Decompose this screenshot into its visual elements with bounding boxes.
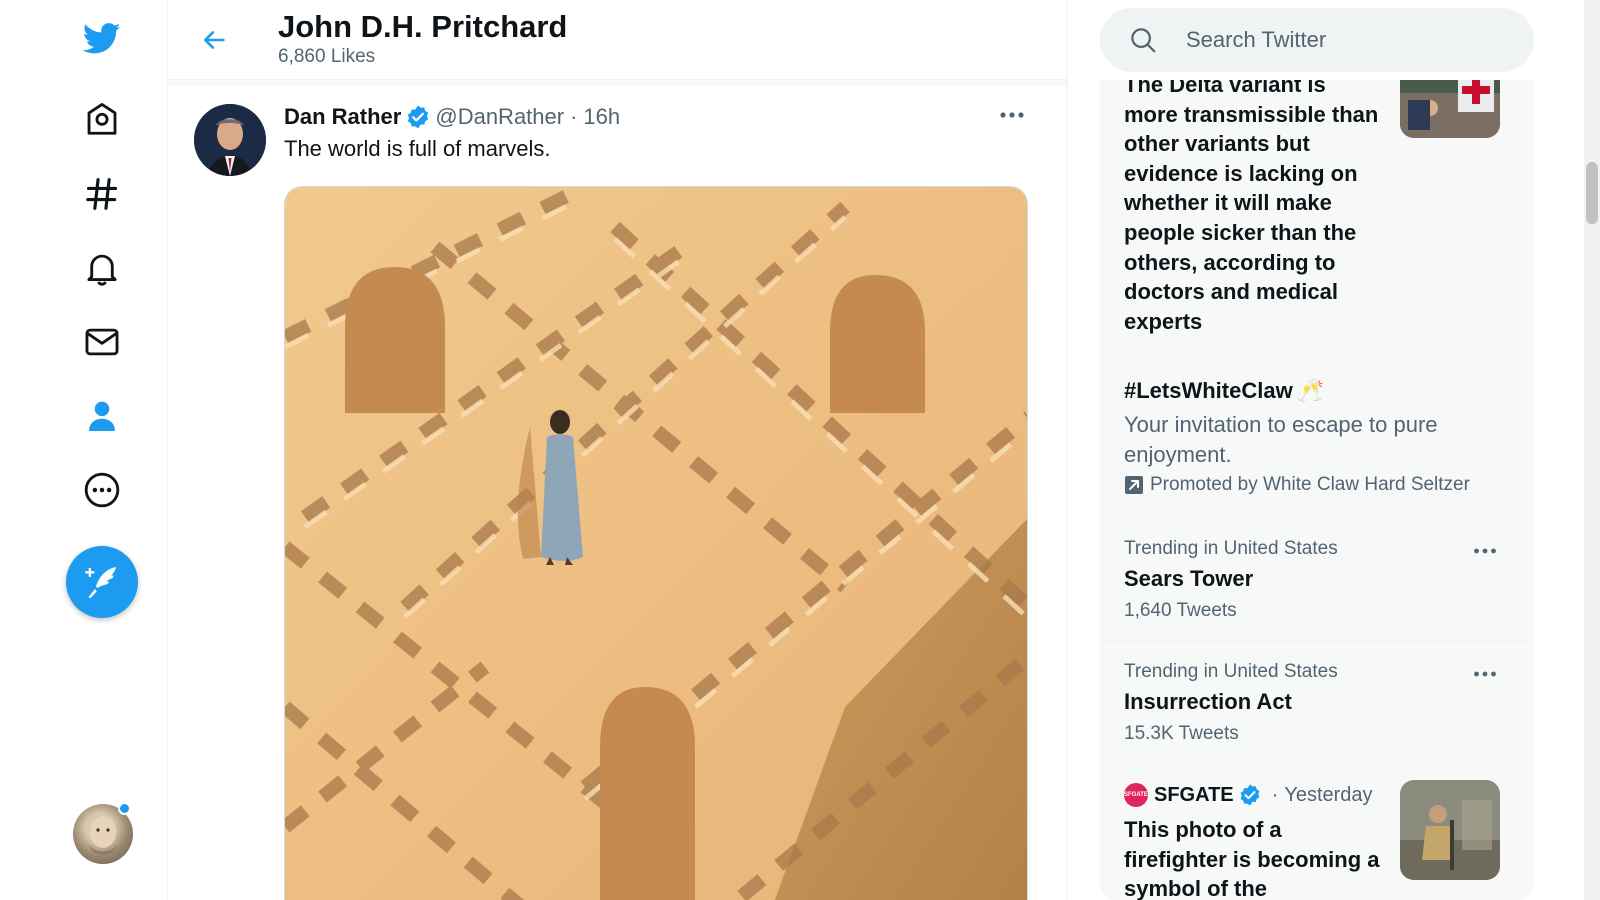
author-avatar[interactable] xyxy=(194,104,266,176)
author-handle[interactable]: @DanRather xyxy=(435,104,564,130)
tweet-header: Dan Rather @DanRather · 16h xyxy=(284,104,620,130)
more-dots-icon xyxy=(1000,112,1024,118)
news-headline: The Delta variant is more transmissible … xyxy=(1124,80,1379,334)
mail-icon[interactable] xyxy=(70,310,134,374)
twitter-logo-icon[interactable] xyxy=(70,6,134,70)
promoted-trend[interactable]: #LetsWhiteClaw 🥂 Your invitation to esca… xyxy=(1100,356,1534,518)
tweet-text: The world is full of marvels. xyxy=(284,136,551,161)
search-icon xyxy=(1131,28,1156,53)
tweet-timestamp[interactable]: 16h xyxy=(583,104,620,130)
separator-dot: · xyxy=(570,104,578,129)
trend-context: Trending in United States xyxy=(1124,661,1338,682)
toast-emoji: 🥂 xyxy=(1296,378,1325,403)
news-thumbnail xyxy=(1400,80,1500,138)
trend-name: Insurrection Act xyxy=(1124,689,1292,714)
promoted-hashtag: #LetsWhiteClaw xyxy=(1124,378,1293,403)
news-headline: This photo of a firefighter is becoming … xyxy=(1124,817,1380,900)
page-header: John D.H. Pritchard 6,860 Likes xyxy=(168,0,1067,80)
more-dots-icon xyxy=(1474,548,1496,554)
page-title: John D.H. Pritchard xyxy=(278,9,568,44)
trends-panel: The Delta variant is more transmissible … xyxy=(1100,80,1534,900)
news-time: Yesterday xyxy=(1284,783,1373,806)
scrollbar-thumb[interactable] xyxy=(1586,162,1598,224)
promoted-by[interactable]: Promoted by White Claw Hard Seltzer xyxy=(1124,474,1470,496)
back-button[interactable] xyxy=(192,18,236,62)
more-circle-icon[interactable] xyxy=(70,458,134,522)
search-box[interactable] xyxy=(1100,8,1534,72)
back-arrow-icon xyxy=(203,31,225,49)
compose-tweet-button[interactable] xyxy=(66,546,138,618)
separator-dot: · xyxy=(1271,783,1279,806)
trend-more-button[interactable] xyxy=(1468,659,1502,689)
trend-count: 1,640 Tweets xyxy=(1124,600,1237,621)
page-scrollbar[interactable] xyxy=(1584,0,1600,900)
profile-icon[interactable] xyxy=(70,384,134,448)
trend-more-button[interactable] xyxy=(1468,536,1502,566)
stepwell-image xyxy=(285,187,1027,900)
promoted-title: #LetsWhiteClaw 🥂 xyxy=(1124,378,1324,404)
bell-icon[interactable] xyxy=(70,236,134,300)
news-item-delta[interactable]: The Delta variant is more transmissible … xyxy=(1100,80,1534,356)
promoted-arrow-icon xyxy=(1125,476,1143,494)
tweet-video[interactable] xyxy=(284,186,1028,900)
search-input[interactable] xyxy=(1186,27,1506,53)
trend-name: Sears Tower xyxy=(1124,566,1254,591)
news-item-sfgate[interactable]: SFGATE SFGATE · Yesterday This photo of … xyxy=(1100,765,1534,900)
compose-feather-icon xyxy=(85,567,117,599)
news-source-row: SFGATE SFGATE · Yesterday xyxy=(1124,783,1373,807)
trend-item[interactable]: Trending in United States Sears Tower 1,… xyxy=(1100,518,1534,641)
author-name[interactable]: Dan Rather xyxy=(284,104,401,130)
verified-badge-icon xyxy=(408,105,429,129)
trend-count: 15.3K Tweets xyxy=(1124,723,1239,744)
more-dots-icon xyxy=(1474,671,1496,677)
trend-item[interactable]: Trending in United States Insurrection A… xyxy=(1100,641,1534,765)
sfgate-logo: SFGATE xyxy=(1124,783,1148,807)
news-source[interactable]: SFGATE xyxy=(1154,784,1234,807)
explore-hash-icon[interactable] xyxy=(70,162,134,226)
home-icon[interactable] xyxy=(70,87,134,151)
page-subtitle: 6,860 Likes xyxy=(278,46,376,67)
trend-context: Trending in United States xyxy=(1124,538,1338,559)
left-navigation xyxy=(0,0,168,900)
notification-dot xyxy=(118,802,131,815)
tweet[interactable]: Dan Rather @DanRather · 16h The world is… xyxy=(168,86,1067,900)
news-thumbnail xyxy=(1400,780,1500,880)
promoted-description: Your invitation to escape to pure enjoym… xyxy=(1124,412,1438,467)
tweet-more-button[interactable] xyxy=(992,100,1032,130)
verified-badge-icon xyxy=(1240,784,1260,806)
promoted-by-label: Promoted by White Claw Hard Seltzer xyxy=(1150,474,1470,495)
main-column: John D.H. Pritchard 6,860 Likes Dan Rath… xyxy=(168,0,1068,900)
